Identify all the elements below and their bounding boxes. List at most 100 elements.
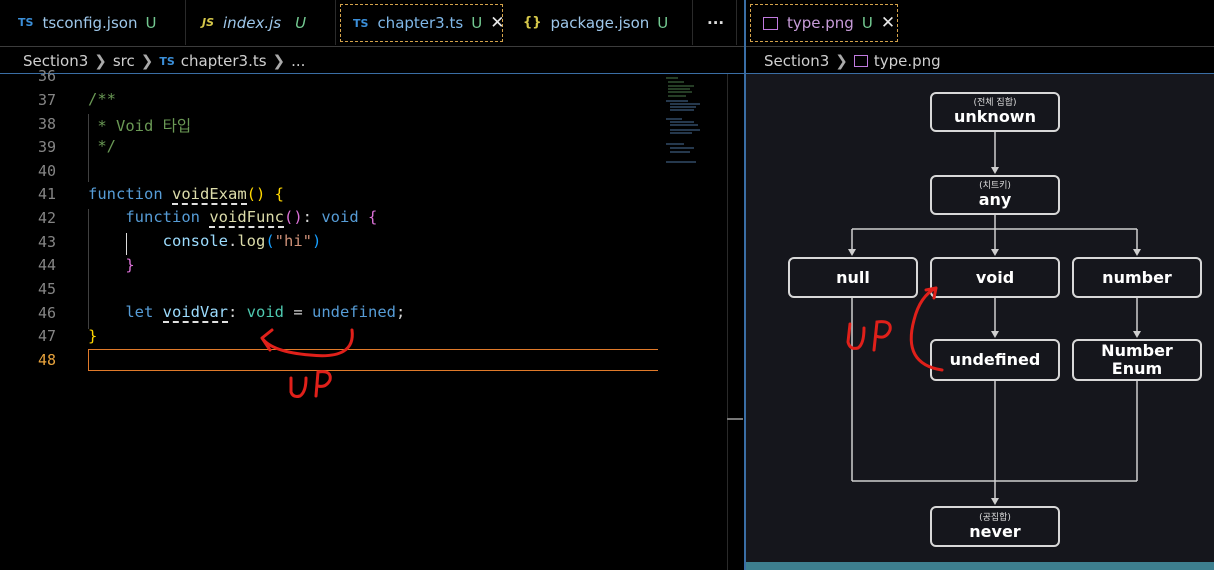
line-number: 37 [37,91,56,109]
breadcrumb-item[interactable]: ... [291,52,305,70]
tab-index-js[interactable]: JS index.js U [186,0,336,45]
keyword: function [125,208,200,226]
editor-tab-bar: TS tsconfig.json U JS index.js U TS chap… [0,0,744,47]
keyword: function [88,185,163,203]
method-name: log [237,232,266,250]
breadcrumb-item[interactable]: Section3 [764,52,829,70]
node-label: null [836,267,870,287]
image-breadcrumb: Section3 ❯ type.png [764,50,947,72]
node-caption: (공집합) [979,512,1011,523]
untracked-badge: U [861,14,873,32]
code-line: * Void 타입 [88,117,192,135]
bracket: ( [265,232,275,250]
line-number: 40 [37,162,56,180]
image-file-icon [853,55,868,67]
code-line: */ [88,137,116,155]
code-line: function voidExam() { [88,185,284,205]
line-number: 36 [37,67,56,85]
node-undefined: undefined [930,339,1060,381]
tab-chapter3-ts[interactable]: TS chapter3.ts U ✕ [340,4,504,42]
tab-label: package.json [550,13,650,32]
node-void: void [930,257,1060,298]
code-line: } [88,256,135,274]
keyword: void [321,208,359,226]
typescript-file-icon: TS [159,54,175,68]
keyword: undefined [312,303,396,321]
node-unknown: (전체 집합) unknown [930,92,1060,132]
node-label: undefined [949,350,1041,369]
identifier: console [162,232,228,250]
tab-label: tsconfig.json [42,13,138,32]
bracket: { [368,208,378,226]
minimap[interactable] [664,74,704,169]
line-number: 41 [37,185,56,203]
diagram-connectors [848,131,1141,505]
code-editor[interactable]: 36 37 38 39 40 41 42 43 44 45 46 47 48 /… [0,67,744,570]
variable-name: voidVar [162,303,228,323]
tab-type-png[interactable]: type.png U ✕ [750,4,898,42]
code-line: } [88,327,98,345]
code-line: /** [88,90,116,108]
close-icon[interactable]: ✕ [490,13,504,33]
line-number: 42 [37,209,56,227]
bracket: () { [246,185,284,203]
node-label: unknown [954,107,1036,126]
scroll-position-marker [727,418,743,420]
line-number: 39 [37,138,56,156]
node-label: never [969,521,1021,541]
untracked-badge: U [145,13,157,32]
node-number-enum: Number Enum [1072,339,1202,381]
minimap-preview [666,77,700,163]
node-label: any [978,190,1012,209]
tab-tsconfig[interactable]: TS tsconfig.json U [2,0,186,45]
line-number: 38 [37,115,56,133]
javascript-file-icon: JS [202,16,215,29]
close-icon[interactable]: ✕ [881,13,895,33]
node-any: (치트키) any [930,175,1060,215]
node-null: null [788,257,918,298]
type-name: void [246,303,284,321]
keyword: let [125,303,154,321]
string-literal: "hi" [274,232,312,250]
line-number-current: 48 [37,351,56,369]
untracked-badge: U [295,13,307,32]
code-line: console.log("hi") [162,232,322,250]
breadcrumb-item[interactable]: src [113,52,135,70]
image-file-icon [763,16,778,30]
chevron-right-icon: ❯ [272,52,286,70]
current-line-highlight [88,349,658,371]
untracked-badge: U [657,13,669,32]
chevron-right-icon: ❯ [835,52,848,70]
node-never: (공집합) never [930,506,1060,547]
breadcrumb: Section3 ❯ src ❯ TS chapter3.ts ❯ ... [23,50,311,72]
node-number: number [1072,257,1202,298]
chevron-right-icon: ❯ [94,52,107,70]
bracket: () [283,208,303,226]
tab-label: chapter3.ts [377,14,464,32]
image-preview: (전체 집합) unknown (치트키) any null void numb… [746,74,1214,562]
function-name: voidExam [172,185,247,205]
node-label: Number Enum [1101,341,1173,378]
typescript-file-icon: TS [353,16,369,30]
more-tabs-button[interactable]: ··· [695,0,737,45]
tab-label: index.js [223,13,282,32]
line-number: 44 [37,256,56,274]
image-tab-bar: type.png U ✕ [746,0,1214,47]
code-line: let voidVar: void = undefined; [125,303,406,323]
typescript-file-icon: TS [18,16,34,29]
code-line: function voidFunc(): void { [125,208,378,228]
bracket: ) [312,232,322,250]
chevron-right-icon: ❯ [140,52,154,70]
line-number: 45 [37,280,56,298]
vertical-scrollbar[interactable] [727,74,728,570]
line-number: 47 [37,327,56,345]
breadcrumb-item[interactable]: type.png [874,52,941,70]
function-name: voidFunc [209,208,284,228]
node-label: void [975,267,1015,287]
ellipsis-icon: ··· [707,13,725,32]
tab-package-json[interactable]: {} package.json U [507,0,693,45]
tab-label: type.png [787,14,854,32]
breadcrumb-item[interactable]: chapter3.ts [181,52,267,70]
line-number: 46 [37,304,56,322]
node-label: number [1102,267,1172,287]
